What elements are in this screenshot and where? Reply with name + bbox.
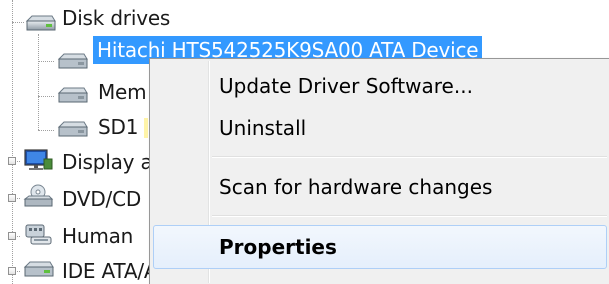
expand-toggle[interactable]: [8, 267, 16, 275]
menu-item-uninstall[interactable]: Uninstall: [153, 106, 607, 150]
hard-disk-icon: [56, 50, 88, 72]
tree-node-label: SD1: [98, 115, 139, 139]
tree-connector: [12, 0, 13, 284]
tree-node-label: Disk drives: [62, 6, 171, 30]
hard-disk-icon: [56, 118, 88, 140]
human-interface-device-icon: [22, 222, 54, 245]
tree-connector: [38, 34, 39, 130]
label-highlight-fragment: [144, 118, 148, 138]
menu-item-update-driver-software[interactable]: Update Driver Software...: [153, 64, 607, 108]
expand-toggle[interactable]: [8, 232, 16, 240]
device-manager-view: Disk drives Hitachi HTS542525K9SA00 ATA …: [0, 0, 609, 284]
ide-controller-icon: [22, 258, 54, 280]
tree-node-label: DVD/CD: [62, 187, 142, 211]
tree-node-label: Display a: [62, 150, 153, 174]
expand-toggle[interactable]: [8, 157, 16, 165]
hard-disk-icon: [56, 84, 88, 106]
menu-item-label: Scan for hardware changes: [219, 175, 493, 199]
display-adapter-icon: [22, 148, 54, 170]
tree-node-label: Human: [62, 224, 134, 248]
menu-item-label: Update Driver Software...: [219, 74, 473, 98]
menu-item-properties[interactable]: Properties: [153, 225, 607, 269]
tree-connector: [38, 61, 54, 62]
context-menu: Update Driver Software... Uninstall Scan…: [149, 58, 609, 284]
tree-node-label: Mem: [98, 80, 147, 104]
menu-item-label: Uninstall: [219, 116, 307, 140]
menu-separator: [212, 215, 607, 217]
tree-connector: [12, 22, 24, 23]
tree-connector: [38, 130, 54, 131]
expand-toggle[interactable]: [8, 194, 16, 202]
tree-connector: [38, 96, 54, 97]
menu-item-scan-for-hardware-changes[interactable]: Scan for hardware changes: [153, 165, 607, 209]
dvd-drive-icon: [22, 184, 54, 207]
disk-drive-icon: [24, 12, 56, 34]
menu-separator: [212, 156, 607, 158]
menu-item-label: Properties: [219, 235, 337, 259]
